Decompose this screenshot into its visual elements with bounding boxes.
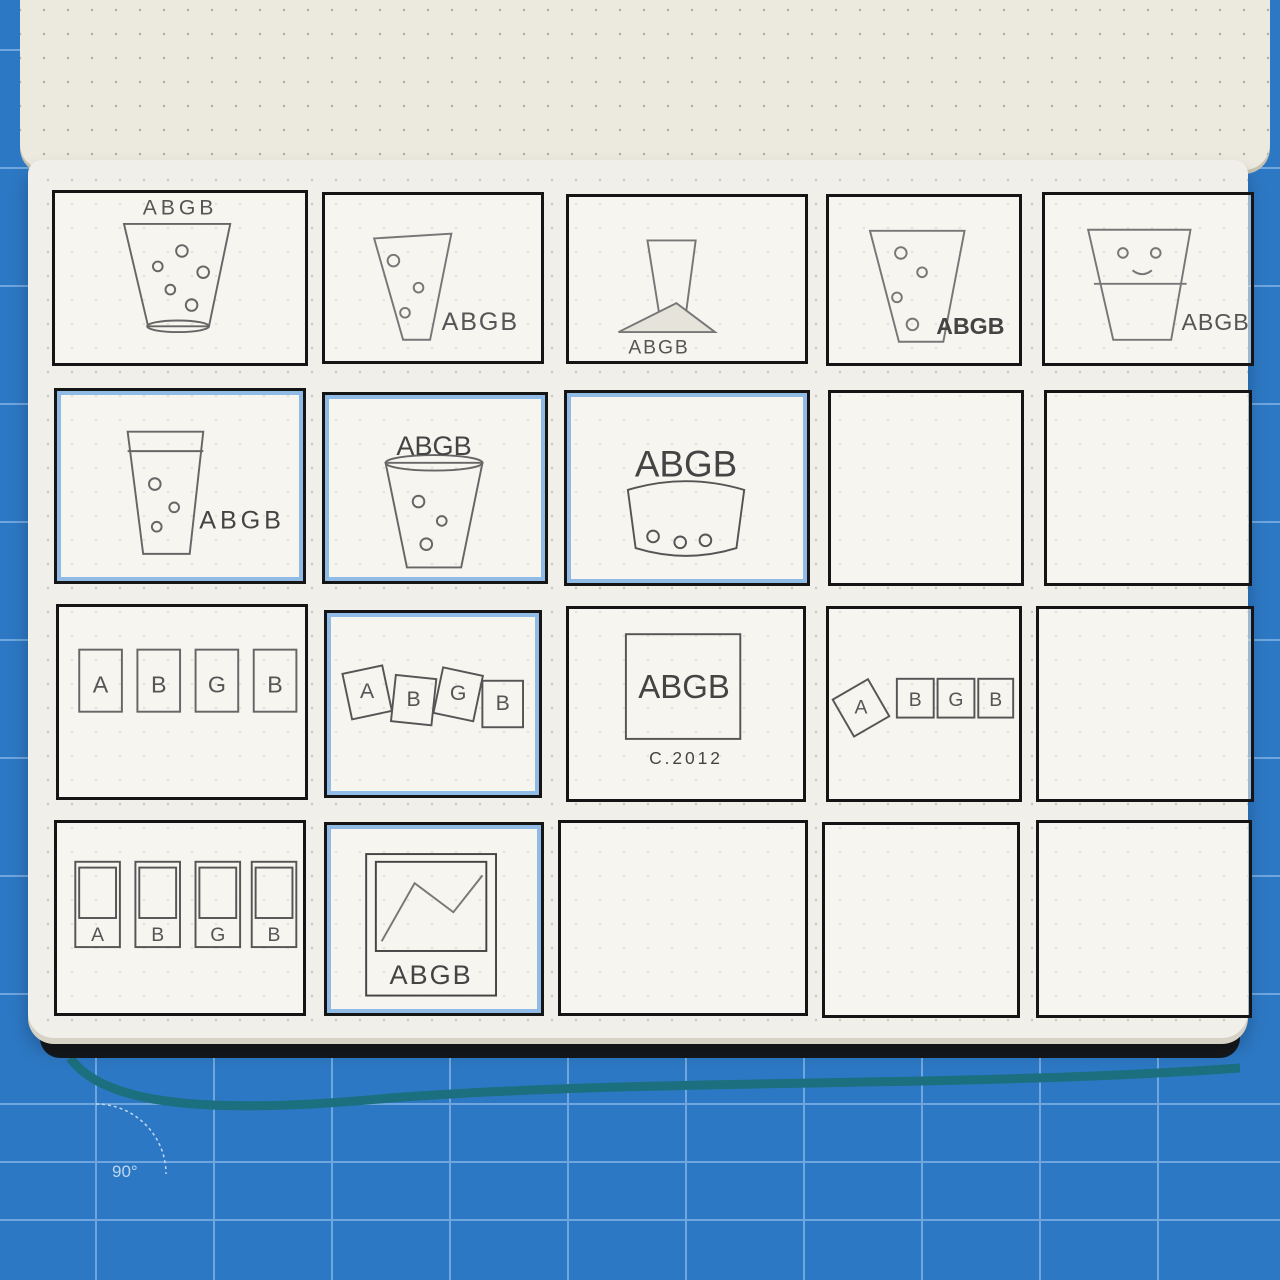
sketch-label: ABGB [1181, 309, 1249, 335]
sketch-r1c2: ABGB [322, 192, 544, 364]
notebook-top-page [20, 0, 1270, 170]
sketch-r2c1: ABGB [54, 388, 306, 584]
sketch-r4c1: ABGB [54, 820, 306, 1016]
sketch-r2c4 [828, 390, 1024, 586]
notebook-cover-edge [40, 1036, 1240, 1058]
tile-letter: A [91, 924, 104, 946]
tile-letter: B [151, 924, 164, 946]
sketch-label: ABGB [442, 308, 519, 336]
sketch-r1c5: ABGB [1042, 192, 1254, 366]
tile-letter: B [909, 689, 922, 711]
sketch-r1c4: ABGB [826, 194, 1022, 366]
sketch-r3c3: ABGB C.2012 [566, 606, 806, 802]
mat-angle-label: 90° [112, 1162, 138, 1181]
sketch-r2c5 [1044, 390, 1252, 586]
sketch-r4c4 [822, 822, 1020, 1018]
tile-letter: B [989, 689, 1002, 711]
bookmark-ribbon [66, 1058, 1240, 1111]
sketch-r2c3: ABGB [564, 390, 810, 586]
tile-letter: A [360, 679, 375, 703]
sketch-sublabel: C.2012 [649, 748, 723, 768]
sketch-r4c2: ABGB [324, 822, 544, 1016]
sketch-r2c2: ABGB [322, 392, 548, 584]
tile-letter: A [855, 697, 868, 719]
sketch-r3c4: ABGB [826, 606, 1022, 802]
tile-letter: A [93, 671, 109, 697]
sketch-r4c5 [1036, 820, 1252, 1018]
tile-letter: G [450, 681, 467, 705]
sketch-label: ABGB [635, 443, 737, 484]
tile-letter: B [268, 924, 281, 946]
tile-letter: B [496, 691, 510, 715]
sketch-label: ABGB [628, 337, 689, 358]
sketch-r1c1: ABGB [52, 190, 308, 366]
sketch-label: ABGB [390, 959, 473, 990]
sketch-label: ABGB [143, 195, 218, 219]
tile-letter: B [407, 687, 421, 711]
sketch-r1c3: ABGB [566, 194, 808, 364]
sketch-label: ABGB [396, 430, 471, 461]
tile-letter: G [208, 671, 226, 697]
tile-letter: G [210, 924, 225, 946]
tile-letter: B [267, 671, 283, 697]
sketch-r3c5 [1036, 606, 1254, 802]
sketch-r3c1: ABGB [56, 604, 308, 800]
sketch-label: ABGB [199, 507, 285, 535]
sketch-r3c2: ABGB [324, 610, 542, 798]
sketch-label: ABGB [638, 668, 730, 705]
tile-letter: B [151, 671, 167, 697]
sketch-label: ABGB [936, 313, 1004, 339]
tile-letter: G [948, 689, 963, 711]
sketch-r4c3 [558, 820, 808, 1016]
